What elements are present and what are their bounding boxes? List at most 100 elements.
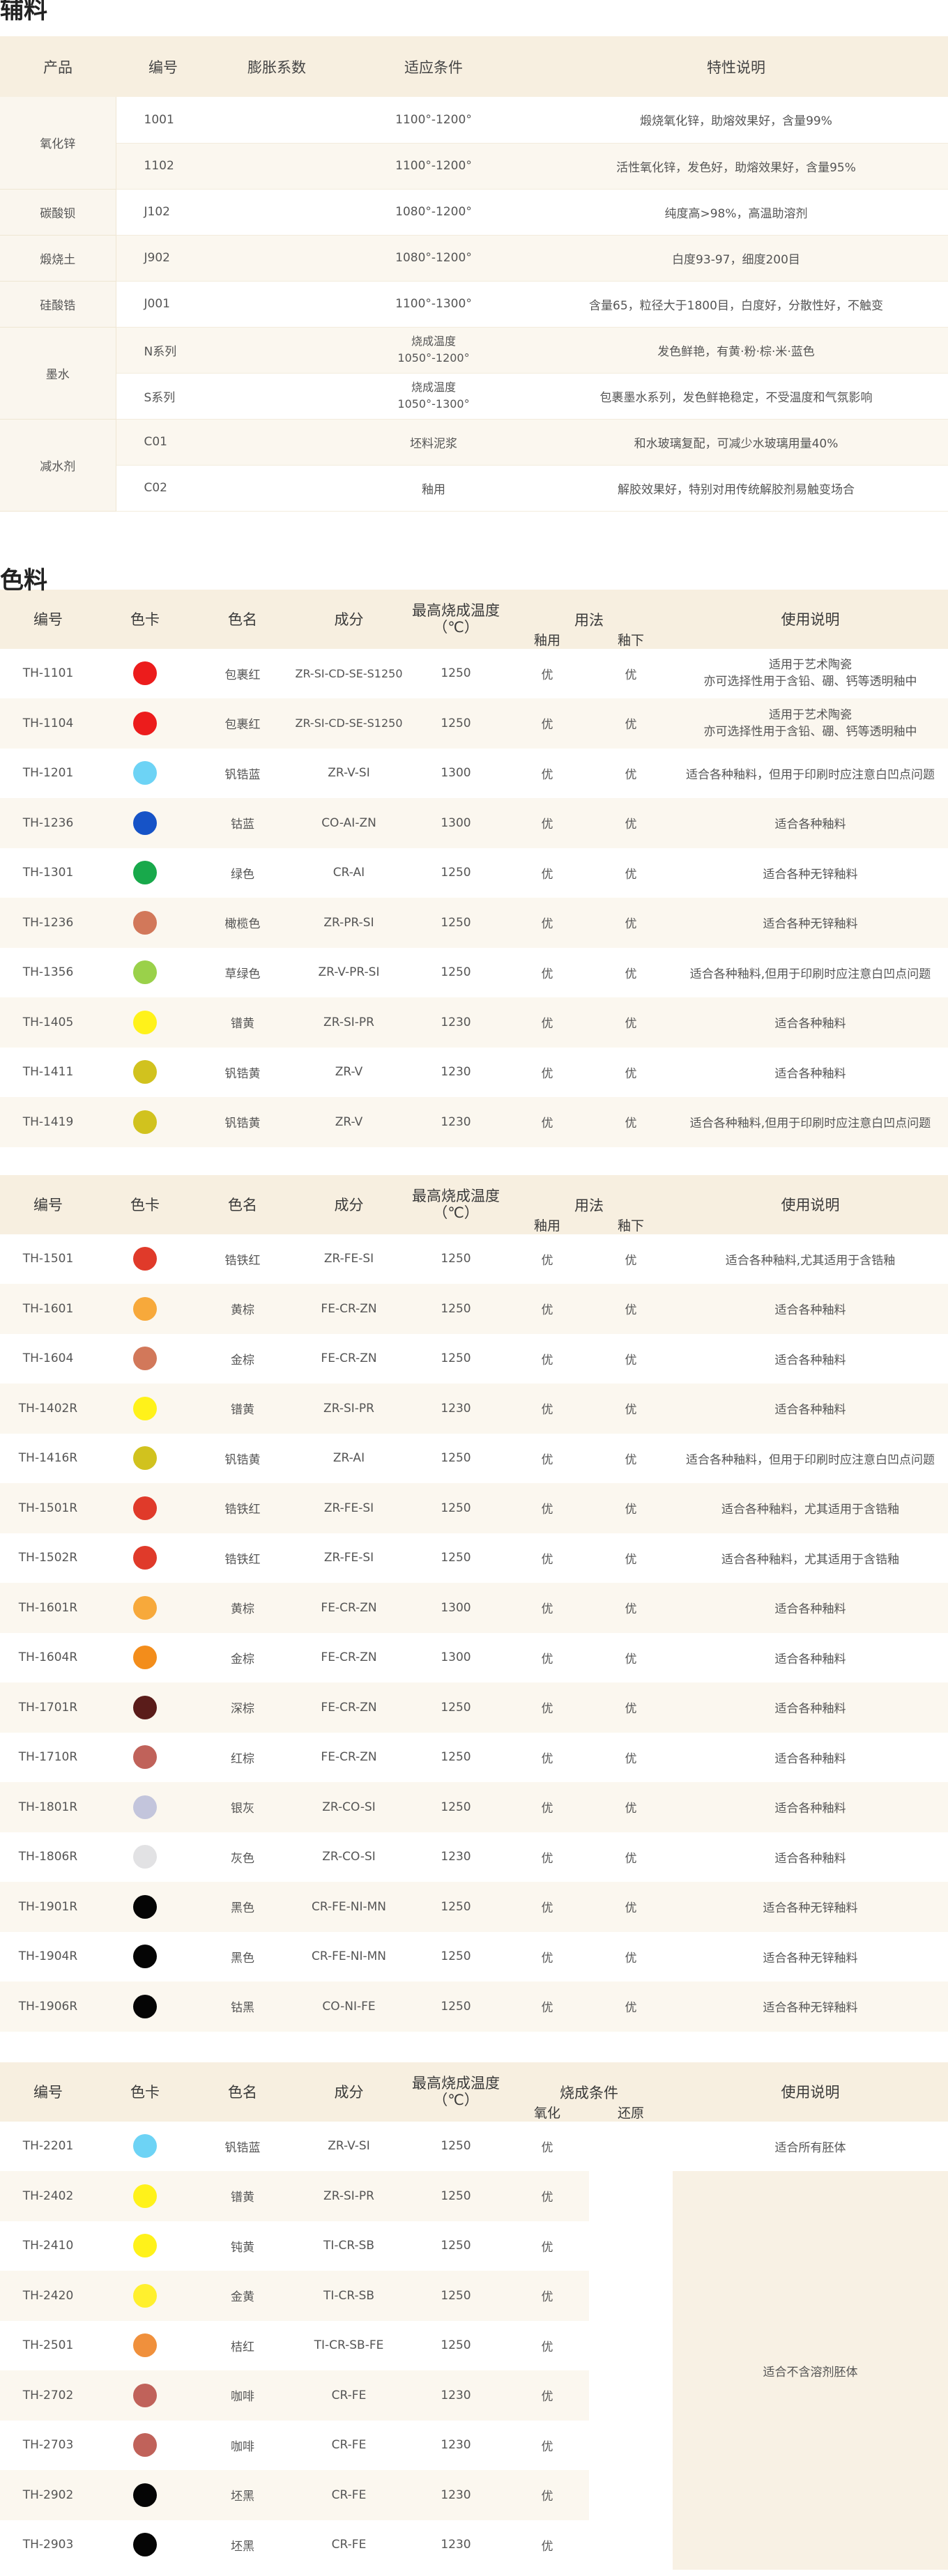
aux-condition: 1080°-1200° [343,235,524,282]
colorant-note: 适合各种釉料 [673,1383,948,1434]
colorant-card [96,698,194,749]
colorant-note: 适合各种釉料 [673,1782,948,1832]
colorant-name: 黄棕 [194,1284,291,1334]
colorant-temp: 1300 [406,798,505,848]
color-swatch [133,1247,157,1271]
colorant-header-card: 色卡 [96,1174,194,1234]
color-swatch [133,2333,157,2358]
colorant-code: TH-1901R [0,1882,96,1932]
color-swatch [133,1845,157,1869]
colorant-glaze-under: 优 [625,1851,637,1866]
colorant-temp: 1250 [441,1551,471,1565]
colorant-code: TH-1904R [18,1949,78,1964]
colorant-temp: 1230 [441,2438,471,2453]
aux-row: 墨水 N系列 烧成温度 1050°-1200° 发色鲜艳，有黄·粉·棕·米·蓝色 [0,327,948,420]
aux-header-product: 产品 [0,36,116,97]
colorant-temp: 1300 [441,1650,471,1665]
colorant-card [96,649,194,699]
aux-code: J102 [116,189,211,236]
aux-row: 碳酸钡 J102 1080°-1200° 纯度高>98%，高温助溶剂 [0,189,948,236]
color-swatch [133,1994,157,2018]
color-swatch [133,1446,157,1471]
colorant-header-usage: 用法 [505,1174,673,1216]
colorant-card [96,1733,194,1783]
color-swatch [133,1595,157,1620]
colorant-name: 桔红 [231,2340,254,2354]
colorant-card [96,2321,194,2371]
color-swatch [133,2234,157,2258]
colorant-note: 适用于艺术陶瓷 亦可选择性用于含铅、硼、钙等透明釉中 [673,698,948,749]
colorant-card [96,1383,194,1434]
colorant-code: TH-1356 [22,965,74,980]
page: 辅料 产品 编号 膨胀系数 适应条件 特性说明 氧化锌 1001 1100°-120… [0,0,948,2576]
colorant-glaze-under: 优 [625,1751,637,1766]
color-swatch [133,1695,157,1719]
colorant-glaze-in: 优 [505,798,589,848]
colorant-name: 锆铁红 [224,1552,261,1567]
colorant-code: TH-1801R [0,1782,96,1832]
colorant-name: 灰色 [231,1851,254,1866]
aux-description: 煅烧氧化锌，助熔效果好，含量99% [524,97,948,144]
colorant-oxidation: 优 [541,2539,553,2554]
colorant-header-glaze-under: 釉下 [589,1215,673,1234]
colorant-row: TH-1236 钴蓝 CO-AI-ZN 1300 优优适合各种釉料 [0,798,948,848]
colorant-composition: CR-AI [332,866,365,880]
colorant-row: TH-1701R 深棕 FE-CR-ZN 1250 优优适合各种釉料 [0,1682,948,1733]
colorant-glaze-under: 优 [589,798,673,848]
colorant-composition: FE-CR-ZN [321,1650,377,1665]
colorant-card [96,1483,194,1533]
colorant-card [96,798,194,848]
colorant-code: TH-1301 [22,866,74,880]
colorant-glaze-in: 优 [541,1552,553,1567]
aux-condition: 烧成温度 1050°-1200° [343,327,524,374]
colorant-temp: 1250 [441,1451,471,1466]
colorant-glaze-in: 优 [505,1981,589,2032]
colorant-row: TH-1301 绿色 CR-AI 1250 优 优 适合各种无锌釉料 [0,848,948,898]
colorant-temp: 1250 [406,1483,505,1533]
colorant-temp: 1250 [441,1351,471,1366]
colorant-card [96,2520,194,2570]
colorant-composition: FE-CR-ZN [291,1682,406,1733]
colorant-row: TH-1104 包裹红 ZR-SI-CD-SE-S1250 1250 优优适用于艺术陶瓷… [0,698,948,749]
colorant-card [96,2470,194,2520]
colorant-card [96,948,194,998]
colorant-glaze-under: 优 [625,1951,637,1965]
colorant-temp: 1250 [406,698,505,749]
colorant-row: TH-1710R 红棕 FE-CR-ZN 1250 优 优 适合各种釉料 [0,1733,948,1783]
colorant-row: TH-1604 金棕 FE-CR-ZN 1250 优 优 适合各种釉料 [0,1334,948,1384]
color-swatch [133,1945,157,1969]
color-swatch [133,1010,157,1034]
colorant-note: 适合各种釉料 [774,1652,846,1666]
colorant-row: TH-1201 钒锆蓝 ZR-V-SI 1300 优 优 适合各种釉料，但用于印刷时应注意白… [0,749,948,799]
colorant-glaze-in: 优 [505,997,589,1048]
colorant-temp: 1250 [441,2338,471,2353]
colorant-temp: 1230 [441,2538,471,2552]
colorant-code: TH-1236 [0,898,96,948]
colorant-row: TH-1402R 镨黄 ZR-SI-PR 1230 优优适合各种釉料 [0,1383,948,1434]
colorant-note: 适合各种釉料 [673,1682,948,1733]
colorant-row: TH-1601 黄棕 FE-CR-ZN 1250 优优适合各种釉料 [0,1284,948,1334]
aux-product: 墨水 [0,327,116,420]
colorant-card [96,848,194,898]
table-gap [0,1147,948,1175]
colorant-composition: ZR-SI-PR [291,2171,406,2221]
colorant-glaze-in: 优 [541,1851,553,1866]
colorant-oxidation: 优 [505,2171,589,2221]
colorant-row: TH-1501R 锆铁红 ZR-FE-SI 1250 优优适合各种釉料，尤其适用于含锆釉 [0,1483,948,1533]
colorant-name: 钒锆黄 [194,1097,291,1147]
colorant-glaze-under: 优 [625,1353,637,1367]
colorant-code: TH-2903 [22,2538,74,2552]
color-swatch [133,861,157,885]
colorant-row: TH-1904R 黑色 CR-FE-NI-MN 1250 优 优 适合各种无锌釉料 [0,1932,948,1982]
colorant-temp: 1250 [441,866,471,880]
colorant-glaze-under: 优 [589,1782,673,1832]
colorant-name: 咖啡 [231,2439,254,2454]
colorant-temp: 1250 [441,2139,471,2154]
colorant-temp: 1230 [406,1097,505,1147]
colorant-composition: ZR-SI-CD-SE-S1250 [295,666,403,680]
colorant-row: TH-1501 锆铁红 ZR-FE-SI 1250 优 优 适合各种釉料,尤其适用于含锆釉 [0,1234,948,1285]
colorant-header-code: 编号 [0,2062,96,2122]
colorant-glaze-in: 优 [505,698,589,749]
colorant-row: TH-1405 镨黄 ZR-SI-PR 1230 优优适合各种釉料 [0,997,948,1048]
aux-row: C02 釉用 解胶效果好，特别对用传统解胶剂易触变场合 [0,465,948,512]
